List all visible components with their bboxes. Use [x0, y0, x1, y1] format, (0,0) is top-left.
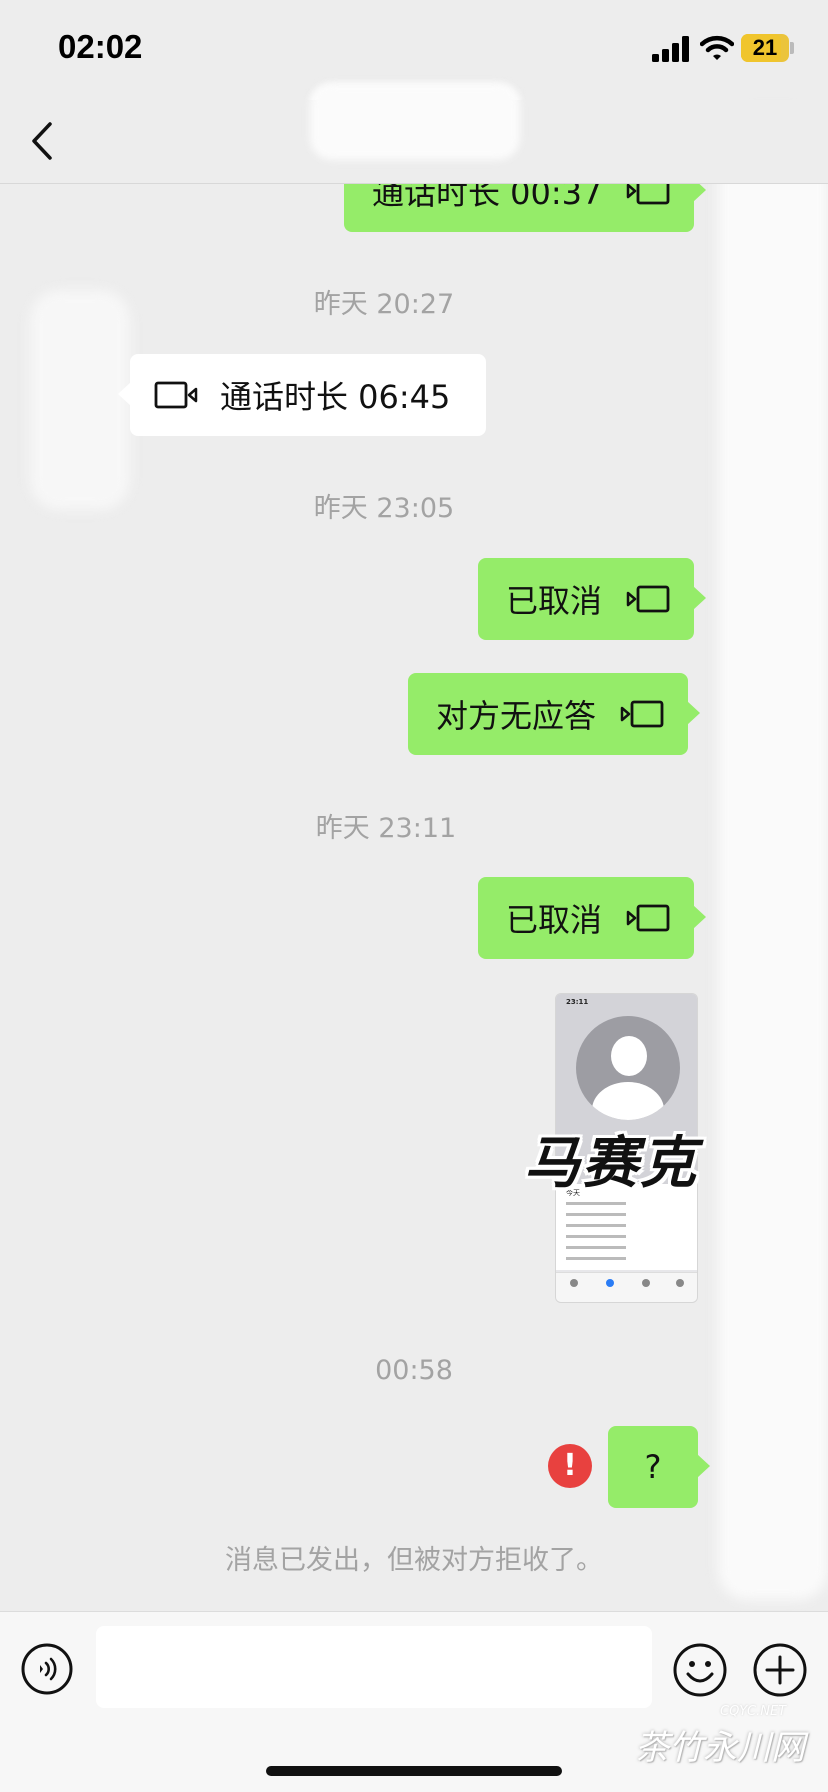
call-status-text: 对方无应答 — [436, 697, 597, 735]
call-status-text: 已取消 — [506, 582, 603, 620]
error-icon[interactable]: ! — [548, 1444, 592, 1488]
watermark-url: CQYC.NET — [720, 1704, 787, 1719]
timestamp: 昨天 20:27 — [313, 289, 455, 320]
message-input[interactable] — [96, 1626, 652, 1708]
back-button[interactable] — [24, 116, 64, 166]
status-time: 02:02 — [58, 28, 143, 65]
mosaic-caption: 马赛克 — [524, 1131, 698, 1196]
video-call-icon — [154, 381, 198, 409]
redaction-left — [30, 290, 130, 510]
watermark-text: 茶竹永川网 — [635, 1728, 805, 1768]
battery-cap — [790, 42, 794, 54]
message-bubble-received[interactable]: 通话时长 06:45 — [118, 354, 486, 436]
message-bubble-sent[interactable]: 已取消 — [478, 558, 707, 640]
wifi-icon — [700, 35, 734, 60]
contact-name-redaction-top — [310, 84, 520, 160]
timestamp: 00:58 — [375, 1355, 453, 1386]
timestamp: 昨天 23:05 — [313, 493, 455, 524]
call-duration-text: 通话时长 06:45 — [220, 378, 451, 416]
battery-level: 21 — [752, 35, 778, 60]
home-indicator[interactable] — [266, 1766, 562, 1776]
call-status-text: 已取消 — [506, 901, 603, 939]
signal-icon — [652, 36, 689, 62]
video-call-icon — [626, 904, 670, 932]
emoji-icon[interactable] — [672, 1642, 728, 1698]
thumb-status-time: 23:11 — [566, 998, 589, 1006]
plus-icon[interactable] — [752, 1642, 808, 1698]
timestamp: 昨天 23:11 — [315, 813, 457, 844]
voice-icon[interactable] — [20, 1642, 74, 1696]
thumb-tab-bar — [556, 1272, 697, 1302]
message-text: ? — [644, 1448, 662, 1486]
message-bubble-sent[interactable]: 已取消 — [478, 877, 707, 959]
video-call-icon — [626, 585, 670, 613]
battery-icon: 21 — [741, 34, 789, 62]
thumb-avatar-icon — [576, 1016, 680, 1120]
message-bubble-sent[interactable]: ? — [608, 1426, 710, 1508]
message-bubble-sent[interactable]: 对方无应答 — [408, 673, 701, 755]
video-call-icon — [620, 700, 664, 728]
rejection-notice: 消息已发出，但被对方拒收了。 — [225, 1545, 603, 1576]
